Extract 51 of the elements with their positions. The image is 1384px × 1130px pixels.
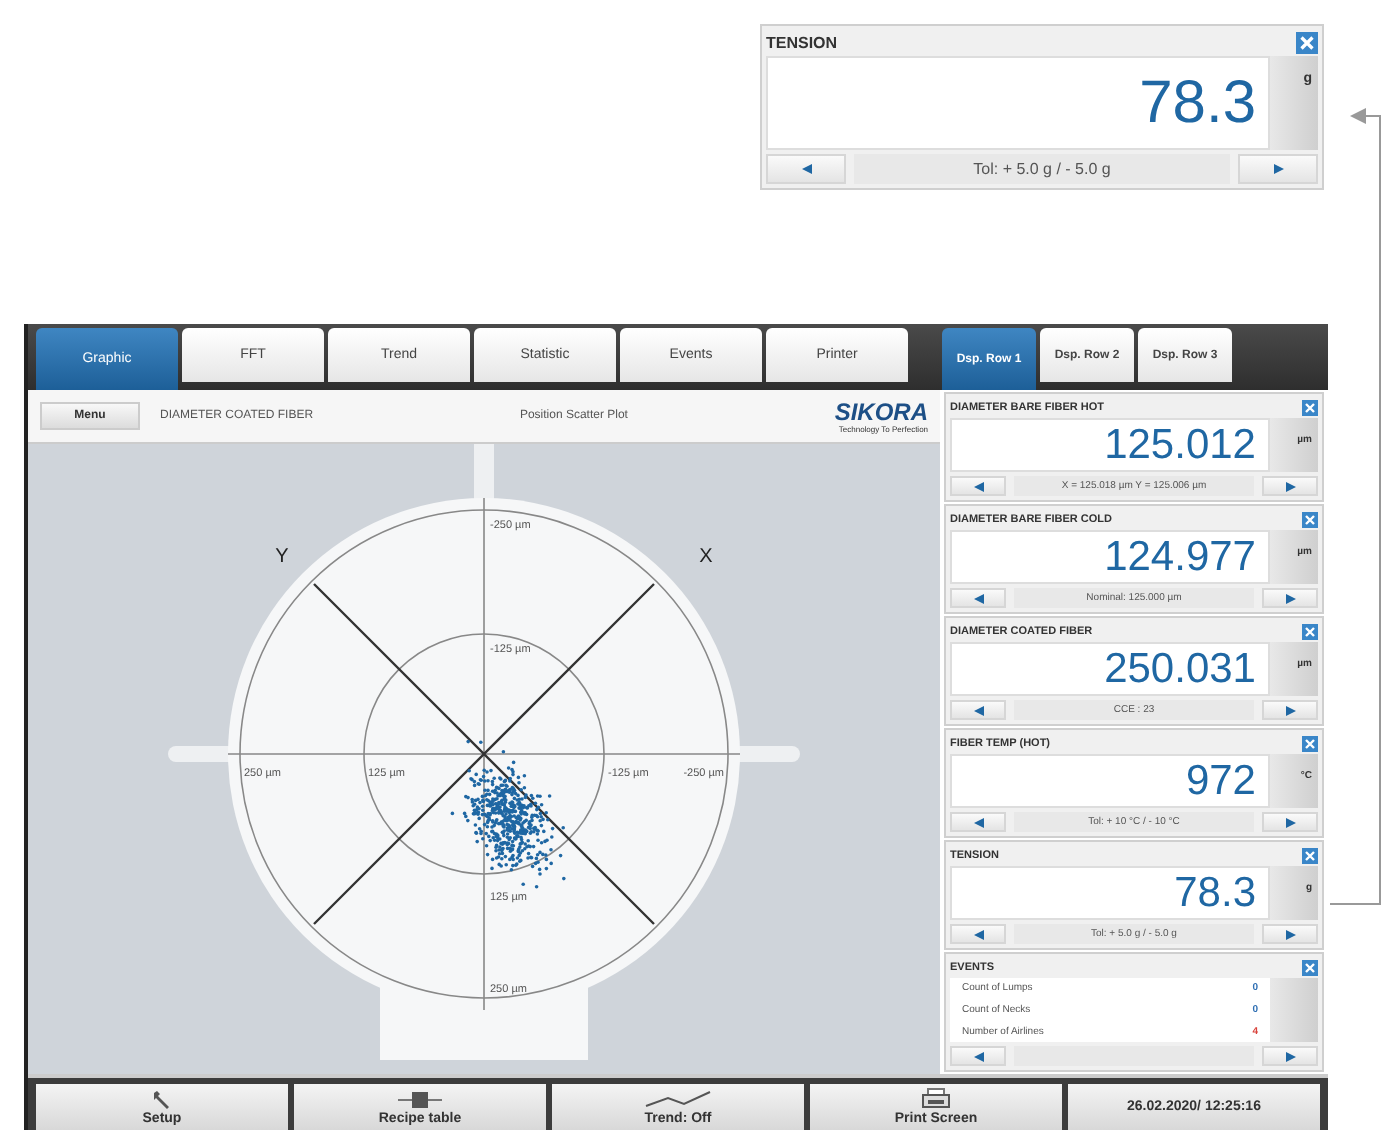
previous-button[interactable] [950, 924, 1006, 944]
right-arrow-icon [1285, 593, 1295, 603]
unit-panel [1270, 978, 1318, 1042]
previous-button[interactable] [950, 700, 1006, 720]
close-icon[interactable] [1302, 623, 1318, 639]
right-arrow-icon [1285, 1051, 1295, 1061]
right-arrow-icon [1285, 817, 1295, 827]
right-arrow-icon [1285, 929, 1295, 939]
next-button[interactable] [1262, 476, 1318, 496]
previous-button[interactable] [950, 588, 1006, 608]
info-text: Tol: + 5.0 g / - 5.0 g [854, 154, 1230, 184]
left-arrow-icon [973, 593, 983, 603]
right-arrow-icon [1273, 164, 1283, 174]
measured-value: 972 [1185, 760, 1256, 802]
close-icon[interactable] [1302, 511, 1318, 527]
left-arrow-icon [973, 817, 983, 827]
measured-value: 250.031 [1104, 648, 1256, 690]
close-icon[interactable] [1302, 399, 1318, 415]
close-icon[interactable] [1302, 847, 1318, 863]
left-arrow-icon [973, 705, 983, 715]
left-arrow-icon [973, 929, 983, 939]
close-icon[interactable] [1302, 959, 1318, 975]
left-arrow-icon [801, 164, 811, 174]
previous-button[interactable] [950, 476, 1006, 496]
next-button[interactable] [1262, 812, 1318, 832]
measured-value: 124.977 [1104, 536, 1256, 578]
measured-value: 125.012 [1104, 424, 1256, 466]
next-button[interactable] [1262, 1046, 1318, 1066]
next-button[interactable] [1262, 700, 1318, 720]
next-button[interactable] [1238, 154, 1318, 184]
left-arrow-icon [973, 481, 983, 491]
logo: SIKORA [834, 399, 929, 423]
close-icon[interactable] [1296, 31, 1318, 53]
previous-button[interactable] [950, 812, 1006, 832]
right-arrow-icon [1285, 705, 1295, 715]
next-button[interactable] [1262, 588, 1318, 608]
widget-title: TENSION [766, 33, 838, 51]
left-arrow-icon [973, 1051, 983, 1061]
right-arrow-icon [1285, 481, 1295, 491]
measured-value: 78.3 [1139, 73, 1256, 133]
axis-name: Y [275, 546, 289, 568]
block-icon [398, 1089, 442, 1109]
previous-button[interactable] [766, 154, 846, 184]
measured-value: 78.3 [1174, 872, 1256, 914]
previous-button[interactable] [950, 1046, 1006, 1066]
trend-line-icon [644, 1089, 712, 1109]
wrench-icon [152, 1089, 172, 1109]
close-icon[interactable] [1302, 735, 1318, 751]
printer-icon [922, 1088, 950, 1110]
axis-name: X [699, 546, 713, 568]
next-button[interactable] [1262, 924, 1318, 944]
